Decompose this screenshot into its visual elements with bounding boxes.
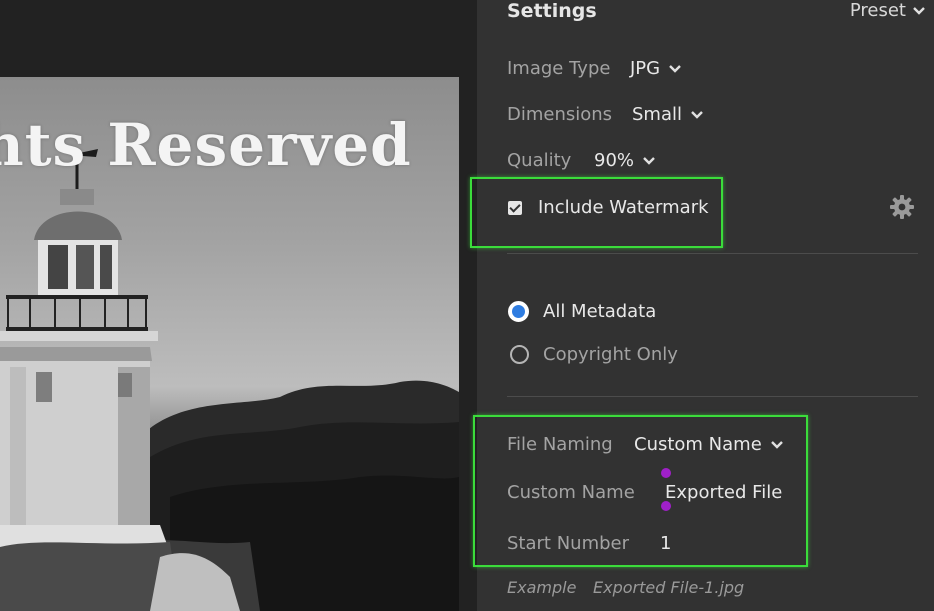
section-divider — [507, 253, 918, 254]
export-preview: ghts Reserved — [0, 0, 477, 611]
preset-label: Preset — [849, 0, 906, 21]
preset-dropdown[interactable]: Preset — [850, 0, 926, 21]
radio-copyright-only[interactable]: Copyright Only — [510, 344, 678, 365]
quality-label: Quality — [507, 150, 572, 171]
image-type-row: Image Type JPG — [507, 58, 682, 79]
filename-example: Example Exported File-1.jpg — [507, 578, 744, 597]
highlight-file-naming-box — [473, 415, 808, 567]
settings-panel: Settings Preset Image Type JPG Dimension… — [470, 0, 934, 611]
watermark-text: ghts Reserved — [0, 111, 412, 179]
preview-photo: ghts Reserved — [0, 77, 459, 611]
chevron-down-icon — [691, 110, 703, 119]
radio-all-metadata[interactable]: All Metadata — [508, 301, 656, 322]
settings-title: Settings — [507, 0, 597, 22]
image-type-label: Image Type — [507, 58, 611, 79]
image-type-dropdown[interactable]: JPG — [630, 58, 682, 79]
radio-copyright-only-label: Copyright Only — [543, 344, 678, 365]
radio-all-metadata-label: All Metadata — [543, 301, 657, 322]
dimensions-value: Small — [632, 104, 682, 125]
section-divider — [507, 396, 918, 397]
dimensions-label: Dimensions — [507, 104, 613, 125]
chevron-down-icon — [669, 64, 681, 73]
dimensions-row: Dimensions Small — [507, 104, 704, 125]
chevron-down-icon — [643, 156, 655, 165]
example-value: Exported File-1.jpg — [593, 578, 745, 597]
image-type-value: JPG — [630, 58, 661, 79]
radio-unselected-icon[interactable] — [510, 345, 529, 364]
radio-selected-icon[interactable] — [508, 301, 529, 322]
example-label: Example — [507, 578, 577, 597]
dimensions-dropdown[interactable]: Small — [632, 104, 704, 125]
chevron-down-icon — [913, 6, 925, 15]
gear-icon[interactable] — [889, 194, 915, 220]
quality-row: Quality 90% — [507, 150, 656, 171]
quality-value: 90% — [594, 150, 635, 171]
highlight-watermark-box — [470, 177, 723, 248]
quality-dropdown[interactable]: 90% — [594, 150, 656, 171]
